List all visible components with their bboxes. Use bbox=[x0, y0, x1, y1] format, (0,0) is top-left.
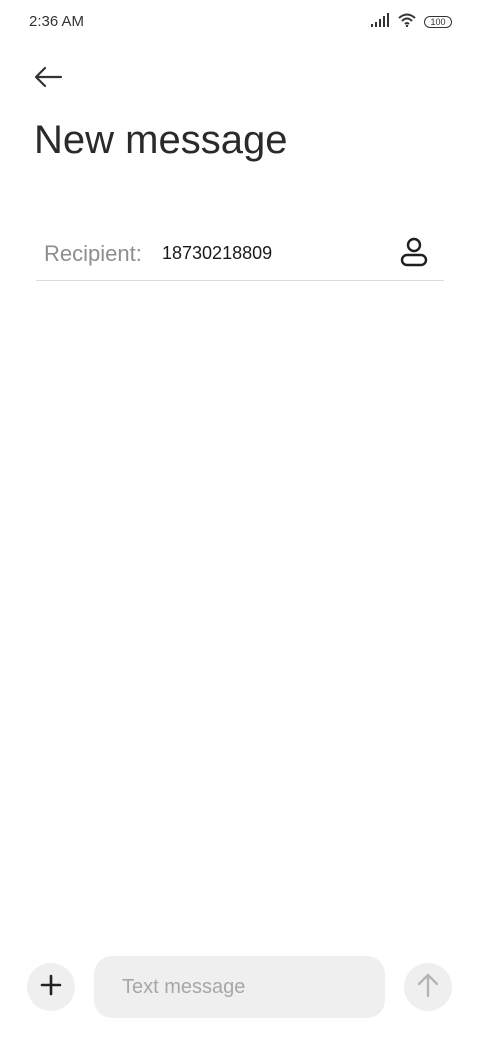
back-button[interactable] bbox=[30, 62, 66, 96]
recipient-label: Recipient: bbox=[44, 241, 142, 266]
add-attachment-button[interactable] bbox=[27, 963, 75, 1011]
page-title: New message bbox=[34, 118, 288, 162]
status-bar: 2:36 AM 100 bbox=[0, 0, 480, 44]
message-input[interactable] bbox=[94, 956, 385, 1018]
status-icons: 100 bbox=[370, 12, 452, 32]
wifi-icon bbox=[398, 13, 416, 32]
status-time: 2:36 AM bbox=[29, 13, 85, 30]
arrow-up-icon bbox=[417, 972, 439, 1003]
person-icon bbox=[400, 237, 428, 272]
recipient-value[interactable]: 18730218809 bbox=[162, 243, 272, 264]
plus-icon bbox=[40, 974, 62, 1001]
arrow-left-icon bbox=[33, 66, 63, 93]
compose-bar bbox=[0, 956, 480, 1018]
battery-icon: 100 bbox=[424, 16, 452, 28]
recipient-field[interactable]: Recipient: 18730218809 bbox=[36, 228, 444, 281]
send-button[interactable] bbox=[404, 963, 452, 1011]
signal-icon bbox=[370, 12, 390, 32]
contact-picker-button[interactable] bbox=[398, 237, 430, 272]
